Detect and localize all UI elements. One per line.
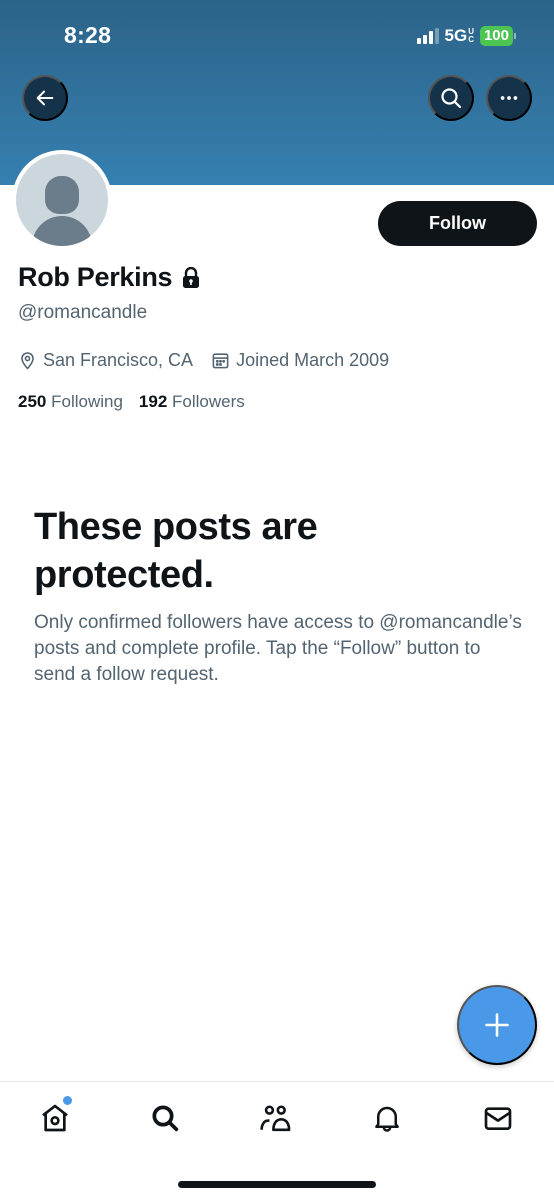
home-indicator [178,1181,376,1188]
mail-icon [484,1107,512,1130]
followers-link[interactable]: 192 Followers [139,392,245,412]
network-type: 5G U C [444,26,474,45]
display-name: Rob Perkins [18,262,173,292]
home-icon [42,1104,68,1132]
search-button[interactable] [428,75,474,121]
avatar[interactable] [12,150,112,250]
protected-title: These posts are protected. [34,506,318,596]
search-icon [441,88,462,109]
more-horizontal-icon [500,96,518,100]
follow-counts: 250 Following 192 Followers [18,392,261,412]
bell-icon [375,1106,399,1132]
protected-description: Only confirmed followers have access to … [34,612,522,685]
status-time: 8:28 [64,22,112,48]
name-row: Rob Perkins [18,262,200,293]
back-button[interactable] [22,75,68,121]
home-badge-dot [63,1096,72,1105]
lock-icon [183,266,200,288]
location-pin-icon [21,352,34,370]
following-link[interactable]: 250 Following [18,392,123,412]
battery-level: 100 [479,26,513,46]
tab-notifications[interactable] [365,1096,409,1140]
communities-icon [260,1105,291,1132]
more-button[interactable] [486,75,532,121]
signal-icon [416,28,439,44]
calendar-icon [212,353,229,369]
follow-button[interactable]: Follow [378,201,537,246]
location: San Francisco, CA [18,350,193,371]
tab-search[interactable] [143,1096,187,1140]
tab-messages[interactable] [476,1096,520,1140]
search-icon [152,1105,179,1132]
battery-icon: 100 [479,26,516,46]
joined-date: Joined March 2009 [211,350,389,371]
tab-home[interactable] [33,1096,77,1140]
compose-button[interactable] [457,985,537,1065]
tab-communities[interactable] [254,1096,298,1140]
arrow-left-icon [36,90,54,106]
default-avatar-icon [16,154,108,246]
plus-icon [485,1013,509,1037]
status-indicators: 5G U C 100 [416,26,516,46]
status-bar: 8:28 5G U C 100 [0,0,554,70]
profile-handle: @romancandle [18,302,148,323]
profile-meta: San Francisco, CA Joined March 2009 [18,350,407,371]
